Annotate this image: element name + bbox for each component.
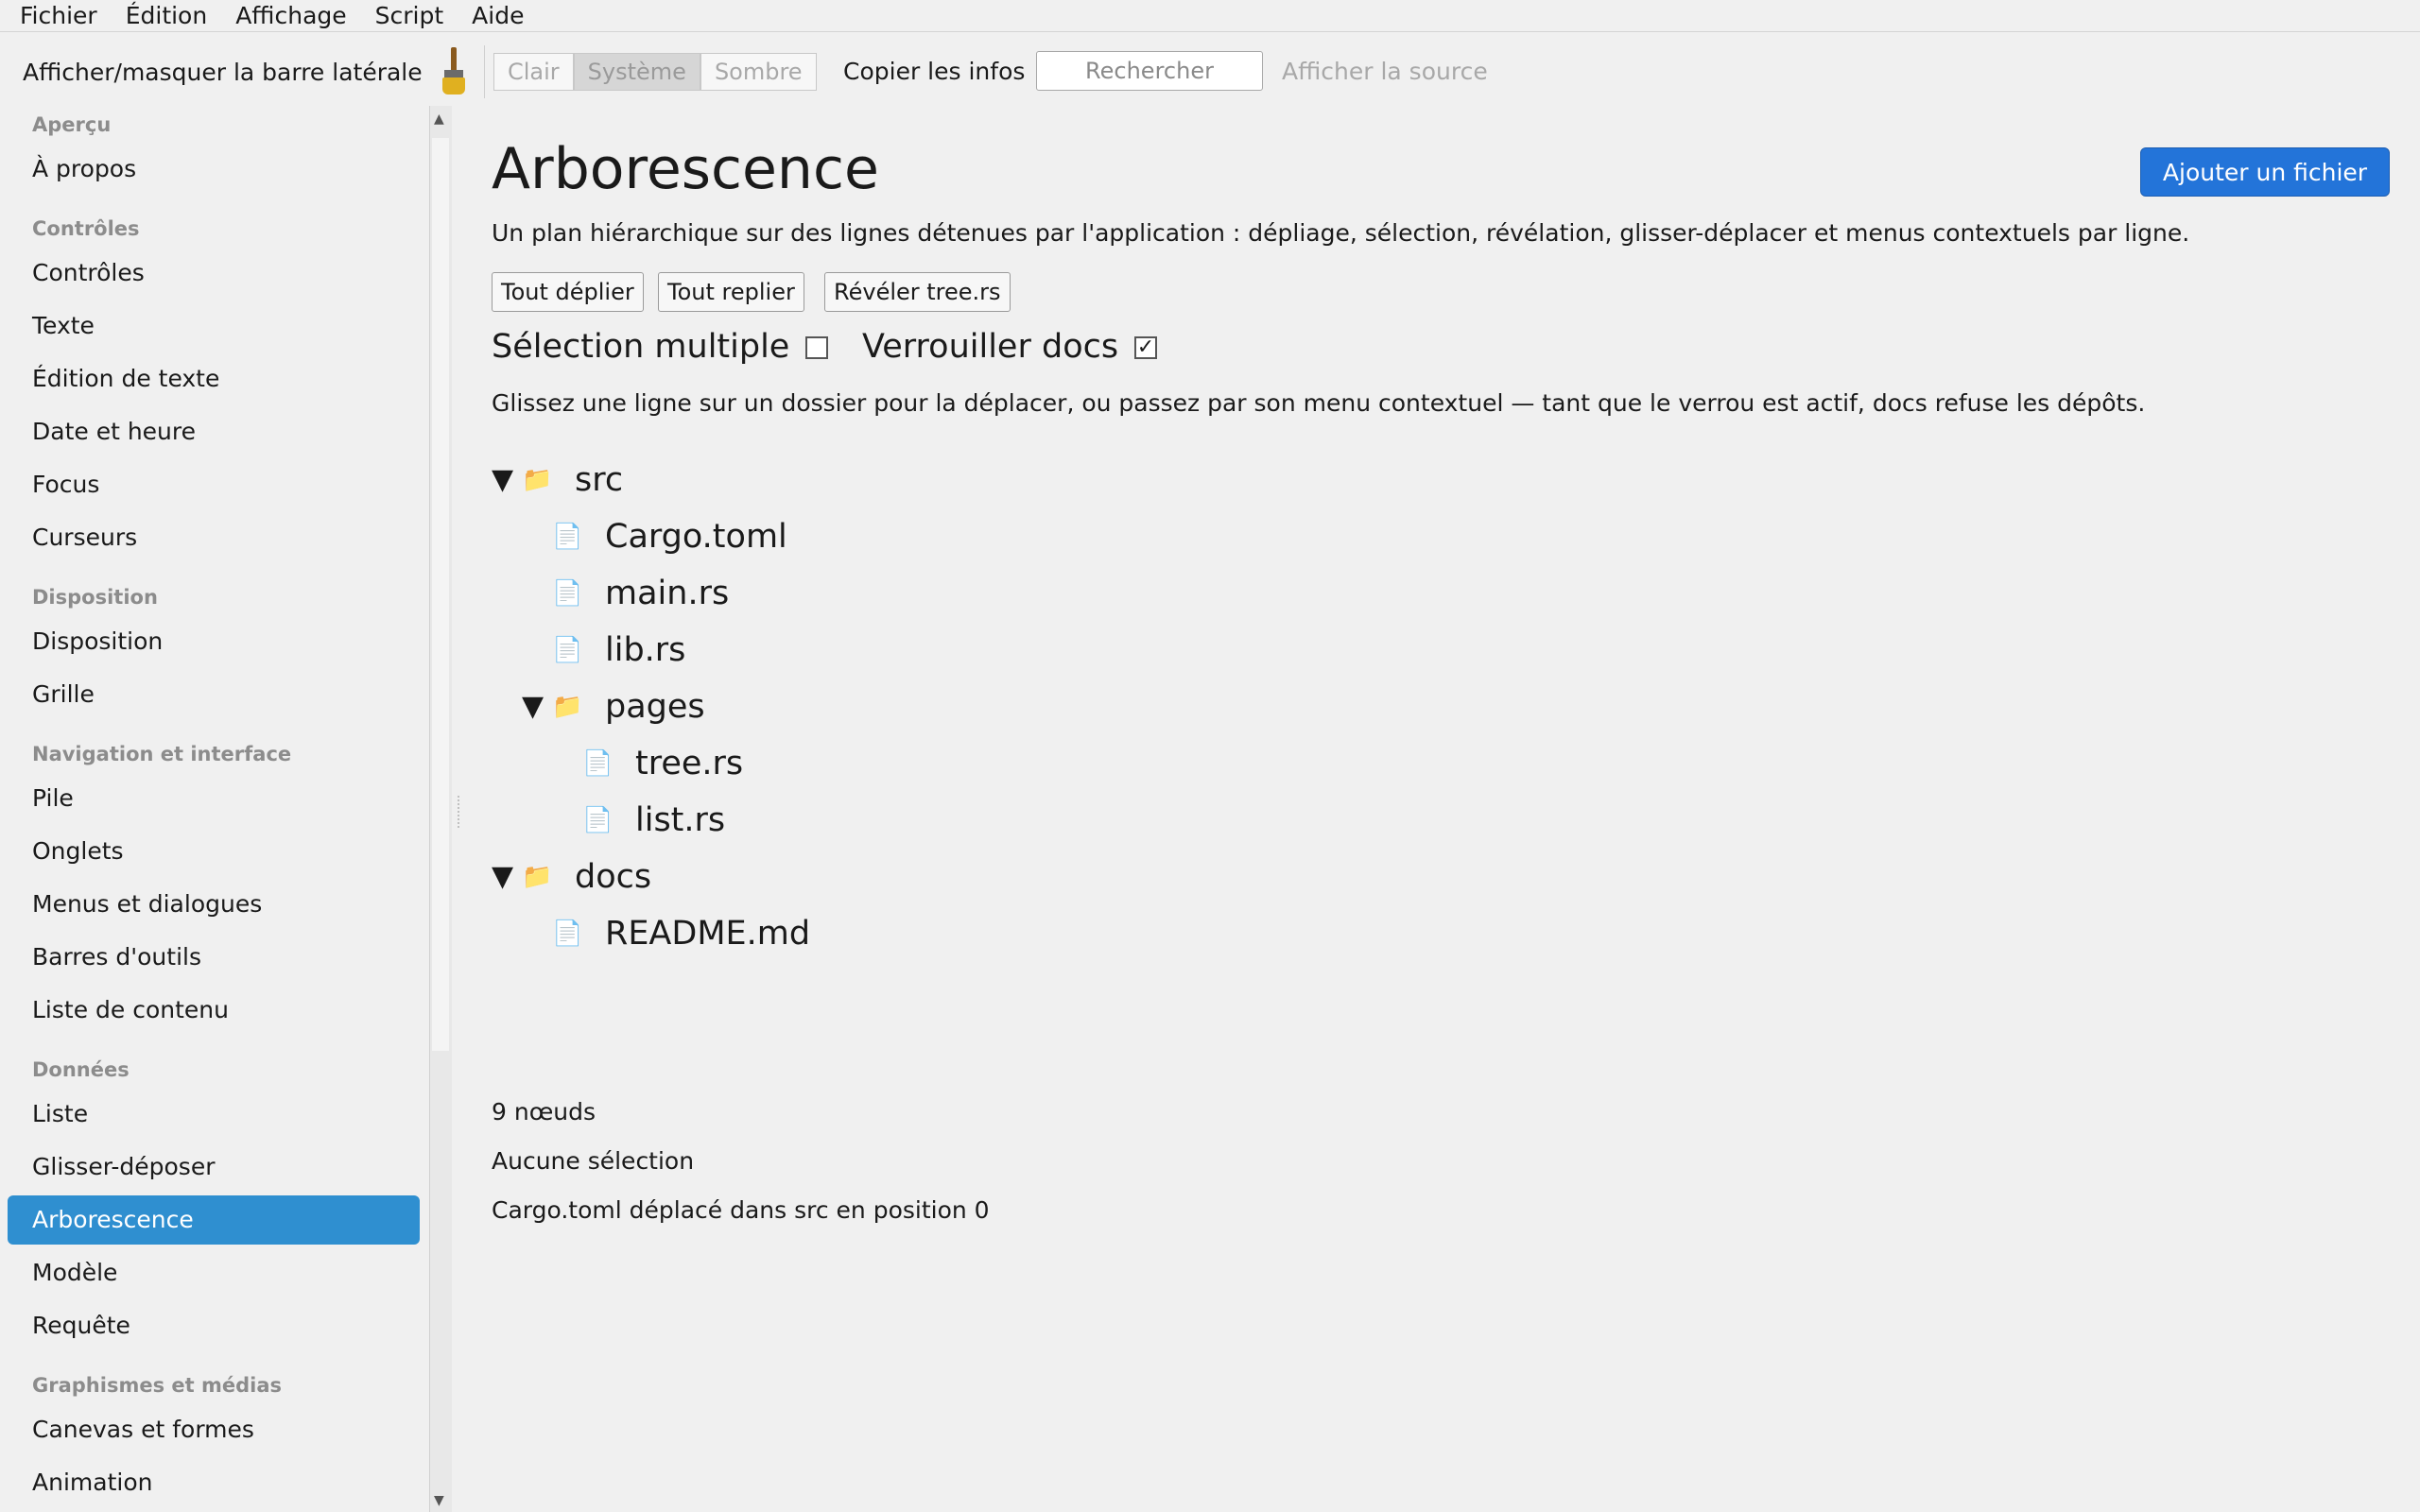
tree-file-row[interactable]: 📄 list.rs — [552, 792, 725, 849]
sidebar-section-header: Données — [32, 1058, 130, 1081]
tree-folder-row[interactable]: ▼ 📁 src — [492, 452, 623, 508]
menu-edition[interactable]: Édition — [112, 0, 222, 32]
toolbar: Afficher/masquer la barre latérale Clair… — [0, 42, 2420, 102]
tree-node-label: docs — [575, 858, 652, 896]
tree-node-label: list.rs — [635, 801, 726, 839]
expand-arrow-icon[interactable]: ▼ — [492, 452, 522, 508]
folder-icon: 📁 — [552, 693, 583, 721]
scrollbar-thumb[interactable] — [432, 138, 449, 1051]
sidebar-item[interactable]: Canevas et formes — [8, 1405, 420, 1454]
lock-docs-checkbox[interactable]: ✓ — [1134, 336, 1157, 359]
sidebar-item[interactable]: Menus et dialogues — [8, 880, 420, 929]
file-icon: 📄 — [582, 749, 614, 778]
tree-file-row[interactable]: 📄 README.md — [522, 905, 810, 962]
sidebar-section-header: Navigation et interface — [32, 743, 292, 765]
scroll-up-arrow-icon[interactable]: ▲ — [434, 112, 444, 127]
tree-node-label: src — [575, 461, 624, 499]
tree-node-label: lib.rs — [605, 631, 686, 669]
expand-all-button[interactable]: Tout déplier — [492, 272, 644, 312]
sidebar-item[interactable]: Modèle — [8, 1248, 420, 1297]
collapse-all-button[interactable]: Tout replier — [658, 272, 804, 312]
tree-node-label: README.md — [605, 915, 811, 953]
sidebar-section-header: Contrôles — [32, 217, 140, 240]
folder-icon: 📁 — [522, 466, 553, 494]
sidebar-scrollbar[interactable]: ▲ ▼ — [429, 106, 452, 1512]
sidebar-item[interactable]: Arborescence — [8, 1195, 420, 1245]
splitter-handle[interactable] — [458, 796, 461, 828]
tree-file-row[interactable]: 📄 main.rs — [522, 565, 729, 622]
file-icon: 📄 — [552, 919, 583, 948]
sidebar-item[interactable]: Pile — [8, 774, 420, 823]
sidebar-item[interactable]: Barres d'outils — [8, 933, 420, 982]
toolbar-divider — [484, 45, 485, 98]
sidebar-item[interactable]: Requête — [8, 1301, 420, 1350]
search-input[interactable]: Rechercher — [1036, 51, 1263, 91]
multi-select-label: Sélection multiple — [492, 328, 790, 366]
page-description: Un plan hiérarchique sur des lignes déte… — [492, 219, 2190, 247]
file-icon: 📄 — [552, 579, 583, 608]
sidebar-item[interactable]: Onglets — [8, 827, 420, 876]
folder-icon: 📁 — [522, 863, 553, 891]
tree-file-row[interactable]: 📄 tree.rs — [552, 735, 743, 792]
add-file-button[interactable]: Ajouter un fichier — [2140, 147, 2390, 197]
file-icon: 📄 — [552, 636, 583, 664]
sidebar-section-header: Aperçu — [32, 113, 112, 136]
sidebar-item[interactable]: Grille — [8, 670, 420, 719]
node-count: 9 nœuds — [492, 1098, 596, 1125]
tree-folder-row[interactable]: ▼ 📁 docs — [492, 849, 651, 905]
menubar: Fichier Édition Affichage Script Aide — [0, 0, 2420, 32]
menu-aide[interactable]: Aide — [458, 0, 538, 32]
tree-node-label: pages — [605, 688, 705, 726]
page-title: Arborescence — [492, 136, 879, 202]
sidebar: Aperçu À propos Contrôles Contrôles Texte Édi… — [0, 106, 429, 1512]
sidebar-section-header: Graphismes et médias — [32, 1374, 282, 1397]
drag-hint: Glissez une ligne sur un dossier pour la… — [492, 389, 2146, 417]
main-content: Arborescence Ajouter un fichier Un plan … — [490, 106, 2399, 1512]
theme-selector: Clair Système Sombre — [493, 53, 817, 91]
app-window: Fichier Édition Affichage Script Aide Af… — [0, 0, 2420, 1512]
tree-file-row[interactable]: 📄 lib.rs — [522, 622, 685, 679]
scroll-down-arrow-icon[interactable]: ▼ — [434, 1493, 444, 1508]
menu-fichier[interactable]: Fichier — [6, 0, 112, 32]
sidebar-item[interactable]: Liste de contenu — [8, 986, 420, 1035]
theme-dark-button[interactable]: Sombre — [700, 53, 817, 91]
sidebar-item[interactable]: Texte — [8, 301, 420, 351]
file-icon: 📄 — [552, 523, 583, 551]
sidebar-item[interactable]: Liste — [8, 1090, 420, 1139]
menu-script[interactable]: Script — [361, 0, 458, 32]
sidebar-item[interactable]: Date et heure — [8, 407, 420, 456]
sidebar-item[interactable]: Édition de texte — [8, 354, 420, 404]
sidebar-section-header: Disposition — [32, 586, 158, 609]
copy-info-button[interactable]: Copier les infos — [843, 53, 1025, 91]
expand-arrow-icon[interactable]: ▼ — [522, 679, 552, 735]
sidebar-toggle-button[interactable]: Afficher/masquer la barre latérale — [23, 59, 423, 86]
menu-affichage[interactable]: Affichage — [221, 0, 360, 32]
sidebar-item[interactable]: Animation — [8, 1458, 420, 1507]
theme-light-button[interactable]: Clair — [493, 53, 574, 91]
tree-folder-row[interactable]: ▼ 📁 pages — [522, 679, 705, 735]
selection-status: Aucune sélection — [492, 1147, 695, 1175]
tree-file-row[interactable]: 📄 Cargo.toml — [522, 508, 787, 565]
tree-node-label: tree.rs — [635, 745, 744, 782]
theme-system-button[interactable]: Système — [573, 53, 700, 91]
file-icon: 📄 — [582, 806, 614, 834]
reveal-tree-rs-button[interactable]: Révéler tree.rs — [824, 272, 1011, 312]
tree-node-label: Cargo.toml — [605, 518, 787, 556]
paintbrush-icon[interactable] — [441, 47, 467, 96]
sidebar-item[interactable]: À propos — [8, 145, 420, 194]
sidebar-item[interactable]: Focus — [8, 460, 420, 509]
multi-select-checkbox[interactable] — [805, 336, 828, 359]
expand-arrow-icon[interactable]: ▼ — [492, 849, 522, 905]
tree-node-label: main.rs — [605, 575, 730, 612]
view-source-button[interactable]: Afficher la source — [1282, 53, 1488, 91]
lock-docs-label: Verrouiller docs — [862, 328, 1119, 366]
sidebar-item[interactable]: Curseurs — [8, 513, 420, 562]
last-action-status: Cargo.toml déplacé dans src en position … — [492, 1196, 990, 1224]
sidebar-item[interactable]: Contrôles — [8, 249, 420, 298]
sidebar-item[interactable]: Glisser-déposer — [8, 1143, 420, 1192]
sidebar-item[interactable]: Disposition — [8, 617, 420, 666]
